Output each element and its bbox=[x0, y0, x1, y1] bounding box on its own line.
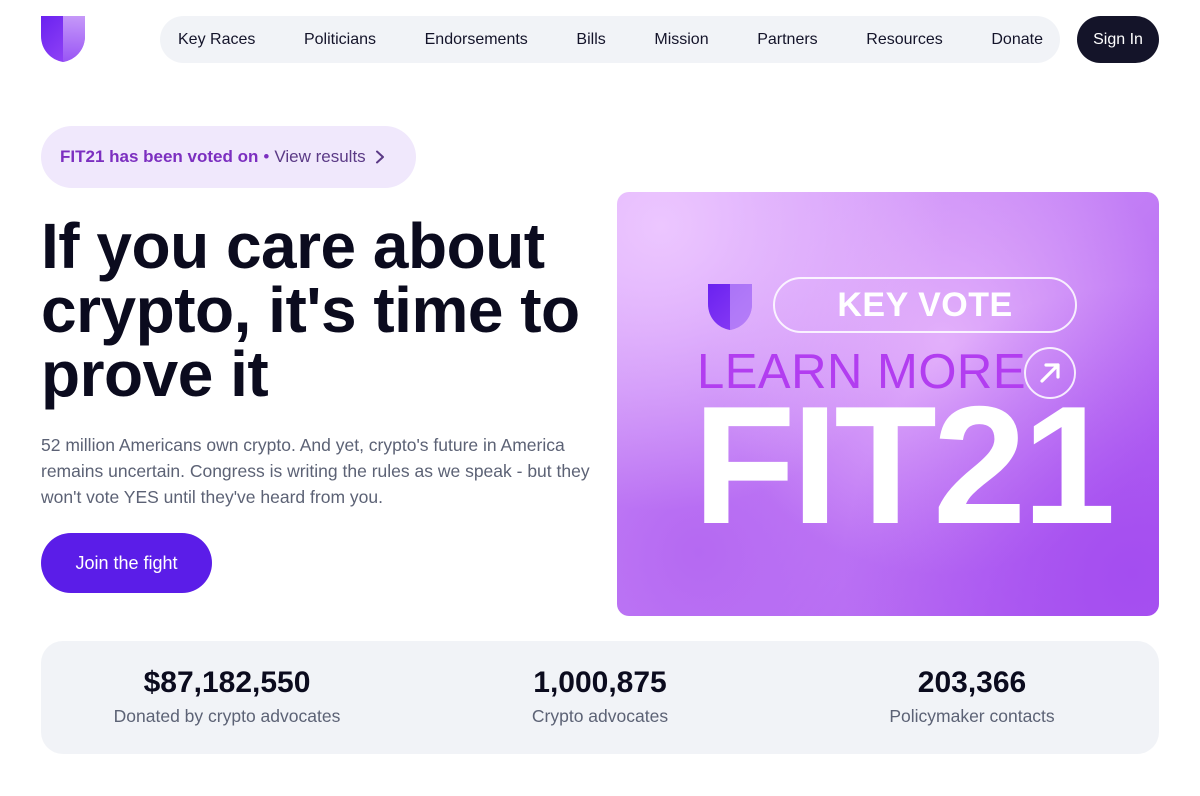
chevron-right-icon bbox=[375, 150, 384, 164]
sign-in-button[interactable]: Sign In bbox=[1077, 16, 1159, 63]
stat-value: $87,182,550 bbox=[143, 666, 311, 699]
announcement-pill[interactable]: FIT21 has been voted on • View results bbox=[41, 126, 416, 188]
nav-resources[interactable]: Resources bbox=[866, 31, 942, 49]
shield-logo-icon bbox=[708, 284, 752, 330]
join-the-fight-button[interactable]: Join the fight bbox=[41, 533, 212, 593]
announcement-separator: • bbox=[263, 147, 270, 166]
view-results-link[interactable]: View results bbox=[274, 147, 365, 167]
nav-partners[interactable]: Partners bbox=[757, 31, 817, 49]
stats-bar: $87,182,550 Donated by crypto advocates … bbox=[41, 641, 1159, 754]
fit21-promo-card[interactable]: KEY VOTE LEARN MORE FIT21 bbox=[617, 192, 1159, 616]
stat-value: 1,000,875 bbox=[533, 666, 667, 699]
fit21-title: FIT21 bbox=[693, 371, 1116, 559]
shield-logo-icon[interactable] bbox=[41, 16, 85, 62]
announcement-title: FIT21 has been voted on bbox=[60, 147, 259, 166]
stat-advocates: 1,000,875 Crypto advocates bbox=[430, 665, 770, 727]
stat-label: Donated by crypto advocates bbox=[113, 706, 341, 726]
nav-mission[interactable]: Mission bbox=[654, 31, 708, 49]
hero-subtext: 52 million Americans own crypto. And yet… bbox=[41, 435, 590, 507]
nav-bills[interactable]: Bills bbox=[576, 31, 605, 49]
nav-endorsements[interactable]: Endorsements bbox=[425, 31, 528, 49]
nav-donate[interactable]: Donate bbox=[991, 31, 1043, 49]
nav-key-races[interactable]: Key Races bbox=[178, 31, 255, 49]
main-nav: Key Races Politicians Endorsements Bills… bbox=[160, 16, 1060, 63]
key-vote-badge: KEY VOTE bbox=[773, 277, 1077, 333]
stat-donated: $87,182,550 Donated by crypto advocates bbox=[57, 665, 397, 727]
nav-politicians[interactable]: Politicians bbox=[304, 31, 376, 49]
hero-headline: If you care about crypto, it's time to p… bbox=[41, 210, 580, 410]
stat-value: 203,366 bbox=[917, 666, 1027, 699]
stat-label: Crypto advocates bbox=[531, 706, 669, 726]
stat-contacts: 203,366 Policymaker contacts bbox=[802, 665, 1142, 727]
stat-label: Policymaker contacts bbox=[889, 706, 1055, 726]
